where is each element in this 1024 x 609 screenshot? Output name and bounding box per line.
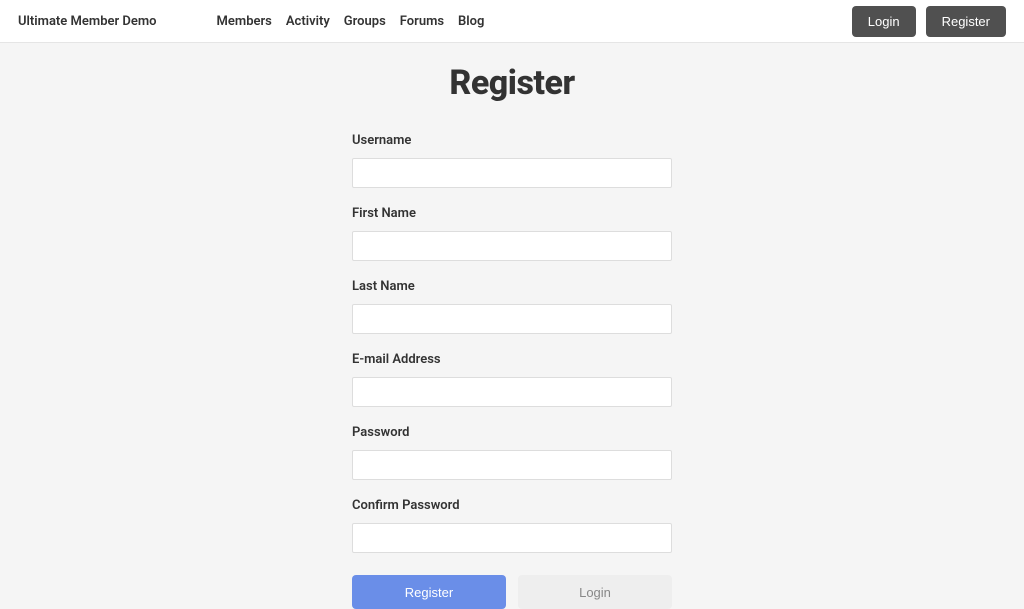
- form-actions: Register Login: [352, 575, 672, 609]
- nav-members[interactable]: Members: [217, 14, 272, 29]
- last-name-input[interactable]: [352, 304, 672, 334]
- brand[interactable]: Ultimate Member Demo: [18, 14, 157, 29]
- field-first-name: First Name: [352, 206, 672, 261]
- register-button[interactable]: Register: [926, 6, 1006, 37]
- label-last-name: Last Name: [352, 279, 672, 294]
- header-left: Ultimate Member Demo Members Activity Gr…: [18, 14, 484, 29]
- field-confirm-password: Confirm Password: [352, 498, 672, 553]
- email-input[interactable]: [352, 377, 672, 407]
- main-nav: Members Activity Groups Forums Blog: [217, 14, 485, 29]
- username-input[interactable]: [352, 158, 672, 188]
- go-login-button[interactable]: Login: [518, 575, 672, 609]
- nav-blog[interactable]: Blog: [458, 14, 484, 29]
- first-name-input[interactable]: [352, 231, 672, 261]
- password-input[interactable]: [352, 450, 672, 480]
- main-content: Register Username First Name Last Name E…: [0, 43, 1024, 609]
- label-username: Username: [352, 133, 672, 148]
- field-password: Password: [352, 425, 672, 480]
- login-button[interactable]: Login: [852, 6, 916, 37]
- header: Ultimate Member Demo Members Activity Gr…: [0, 0, 1024, 43]
- register-form: Username First Name Last Name E-mail Add…: [352, 133, 672, 609]
- nav-activity[interactable]: Activity: [286, 14, 330, 29]
- label-first-name: First Name: [352, 206, 672, 221]
- submit-register-button[interactable]: Register: [352, 575, 506, 609]
- header-right: Login Register: [852, 6, 1006, 37]
- nav-groups[interactable]: Groups: [344, 14, 386, 29]
- confirm-password-input[interactable]: [352, 523, 672, 553]
- label-password: Password: [352, 425, 672, 440]
- field-username: Username: [352, 133, 672, 188]
- label-confirm-password: Confirm Password: [352, 498, 672, 513]
- page-title: Register: [449, 63, 574, 103]
- label-email: E-mail Address: [352, 352, 672, 367]
- nav-forums[interactable]: Forums: [400, 14, 444, 29]
- field-email: E-mail Address: [352, 352, 672, 407]
- field-last-name: Last Name: [352, 279, 672, 334]
